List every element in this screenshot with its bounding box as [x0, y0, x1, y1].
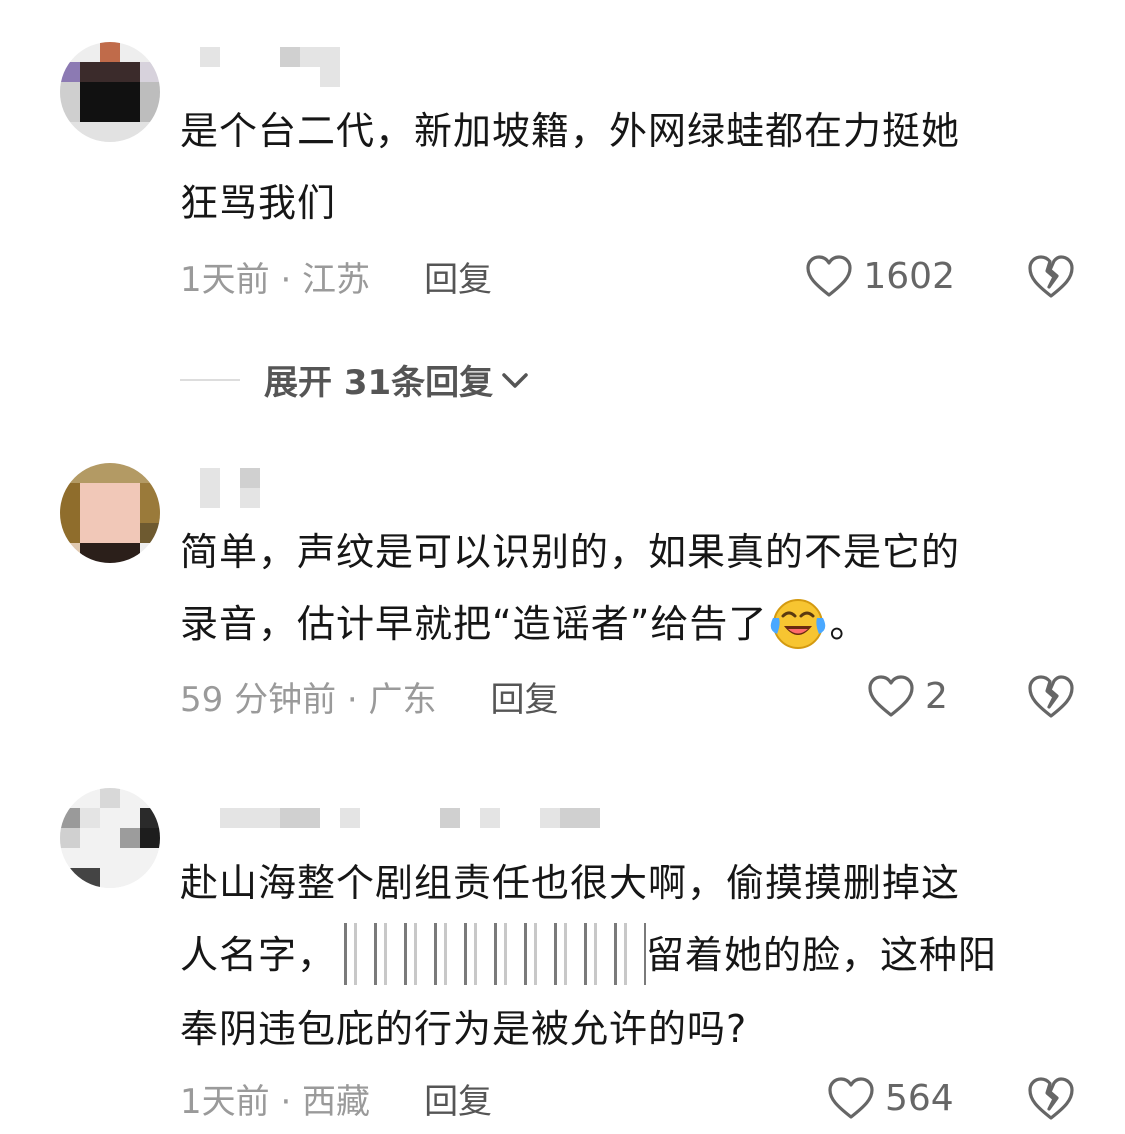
divider: [180, 378, 240, 381]
broken-heart-icon[interactable]: [1027, 673, 1075, 719]
redacted-text-block: [336, 922, 647, 985]
like-button[interactable]: 2: [867, 674, 955, 718]
heart-outline-icon: [868, 675, 914, 717]
comment-text: 赴山海整个剧组责任也很大啊，偷摸摸删掉这 人名字， 留着她的脸，这种阳 奉阴违包庇…: [180, 847, 1080, 1065]
comment-text: 是个台二代，新加坡籍，外网绿蛙都在力挺她 狂骂我们: [180, 95, 1080, 239]
time-location: 59 分钟前 · 广东: [180, 679, 437, 720]
chevron-down-icon: [502, 372, 528, 388]
reply-button[interactable]: 回复: [424, 1074, 492, 1123]
comment-text: 简单，声纹是可以识别的，如果真的不是它的 录音，估计早就把“造谣者”给告了 。: [180, 516, 1080, 660]
comment-text-line: 留着她的脸，这种阳: [646, 933, 998, 977]
heart-outline-icon: [828, 1077, 874, 1119]
time-location: 1天前 · 西藏: [180, 1081, 371, 1122]
expand-replies-label: 展开 31条回复: [264, 363, 494, 403]
like-button[interactable]: 564: [827, 1076, 955, 1120]
broken-heart-icon[interactable]: [1027, 253, 1075, 299]
avatar[interactable]: [60, 463, 160, 563]
avatar[interactable]: [60, 788, 160, 888]
broken-heart-icon[interactable]: [1027, 1075, 1075, 1121]
like-count: 2: [925, 675, 948, 717]
comment-meta: 59 分钟前 · 广东 回复 2: [180, 671, 1075, 721]
reply-button[interactable]: 回复: [491, 672, 559, 721]
like-count: 564: [885, 1077, 954, 1119]
heart-outline-icon: [806, 255, 852, 297]
comment-text-line: 奉阴违包庇的行为是被允许的吗?: [180, 1006, 748, 1051]
username-redacted[interactable]: [180, 468, 260, 508]
username-redacted[interactable]: [180, 808, 600, 848]
username-redacted[interactable]: [180, 47, 340, 87]
comment-meta: 1天前 · 江苏 回复 1602: [180, 251, 1075, 301]
comment-text-line: 录音，估计早就把“造谣者”给告了: [180, 602, 768, 646]
comment-text-line: 人名字，: [180, 933, 337, 977]
comment-text-line: 狂骂我们: [180, 181, 337, 225]
like-button[interactable]: 1602: [805, 254, 955, 298]
comment-meta: 1天前 · 西藏 回复 564: [180, 1073, 1075, 1123]
comment-text-line: 。: [829, 602, 869, 646]
laughing-crying-emoji-icon: [771, 598, 826, 649]
reply-button[interactable]: 回复: [424, 252, 492, 301]
avatar[interactable]: [60, 42, 160, 142]
time-location: 1天前 · 江苏: [180, 259, 371, 300]
comment-text-line: 赴山海整个剧组责任也很大啊，偷摸摸删掉这: [180, 861, 961, 905]
like-count: 1602: [863, 255, 955, 297]
comment-text-line: 是个台二代，新加坡籍，外网绿蛙都在力挺她: [180, 109, 961, 153]
expand-replies-button[interactable]: 展开 31条回复: [180, 355, 531, 404]
comment-text-line: 简单，声纹是可以识别的，如果真的不是它的: [180, 530, 961, 574]
